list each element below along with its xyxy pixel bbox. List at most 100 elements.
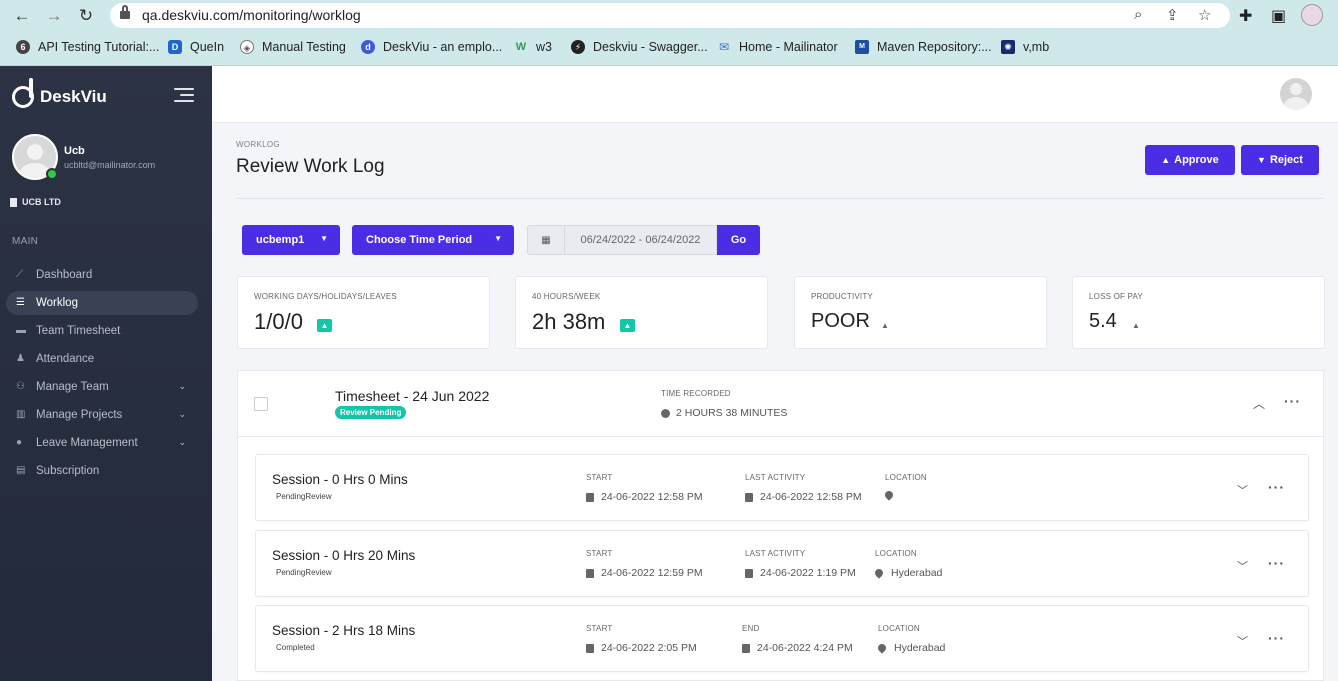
session-row[interactable]: Session - 2 Hrs 18 Mins Completed START …	[255, 605, 1309, 672]
calendar-icon[interactable]: ▦	[527, 225, 564, 255]
divider	[236, 198, 1324, 199]
forward-icon[interactable]: →	[44, 6, 64, 26]
browser-profile-avatar[interactable]	[1301, 4, 1323, 26]
reject-button[interactable]: ▼ Reject	[1241, 145, 1319, 175]
more-options-icon[interactable]: ···	[1268, 630, 1285, 646]
clock-icon	[661, 408, 670, 418]
user-email: ucbltd@mailinator.com	[64, 160, 156, 170]
map-pin-icon	[883, 489, 895, 501]
sidebar-item-manage-projects[interactable]: ▥ Manage Projects ⌄	[6, 403, 198, 427]
bookmark-item[interactable]: Ww3	[514, 36, 552, 58]
bookmark-item[interactable]: ✉ Home - Mailinator	[717, 36, 838, 58]
timesheet-checkbox[interactable]	[254, 397, 268, 411]
bookmark-favicon-icon: ◈	[240, 40, 254, 54]
users-icon: ⚇	[16, 381, 25, 392]
brand-name: DeskViu	[40, 87, 107, 106]
sidebar-item-manage-team[interactable]: ⚇ Manage Team ⌄	[6, 375, 198, 399]
zoom-icon[interactable]: ⌕	[1134, 6, 1142, 23]
more-options-icon[interactable]: ···	[1268, 479, 1285, 495]
calendar-icon	[586, 492, 594, 502]
share-icon[interactable]: ⇪	[1166, 6, 1179, 24]
more-options-icon[interactable]: ···	[1268, 555, 1285, 571]
timesheet-title: Timesheet - 24 Jun 2022	[335, 388, 490, 404]
back-icon[interactable]: ←	[12, 6, 32, 26]
projects-icon: ▥	[16, 409, 26, 420]
sidebar-item-dashboard[interactable]: ⟋ Dashboard	[6, 263, 198, 287]
hamburger-menu-icon[interactable]	[174, 88, 194, 106]
time-recorded-value: 2 HOURS 38 MINUTES	[661, 407, 787, 419]
bookmark-item[interactable]: ◈ Manual Testing	[240, 36, 346, 58]
chart-line-icon: ⟋	[16, 269, 23, 280]
star-icon[interactable]: ☆	[1198, 6, 1211, 24]
arrow-up-icon: ▲	[620, 319, 635, 332]
go-button[interactable]: Go	[717, 225, 760, 255]
map-pin-icon	[873, 567, 885, 579]
stat-card-working-days: WORKING DAYS/HOLIDAYS/LEAVES 1/0/0 ▲	[237, 276, 490, 349]
bookmark-item[interactable]: D QueIn	[168, 36, 224, 58]
session-row[interactable]: Session - 0 Hrs 0 Mins PendingReview STA…	[255, 454, 1309, 521]
session-row[interactable]: Session - 0 Hrs 20 Mins PendingReview ST…	[255, 530, 1309, 597]
top-header	[212, 66, 1338, 123]
stat-card-productivity: PRODUCTIVITY POOR ▲	[794, 276, 1047, 349]
leave-icon: ●	[16, 437, 23, 448]
bookmark-item[interactable]: d DeskViu - an emplo...	[361, 36, 502, 58]
sidebar: DeskViu Ucb ucbltd@mailinator.com UCB LT…	[0, 66, 212, 681]
calendar-icon	[745, 492, 753, 502]
chevron-down-icon[interactable]: ﹀	[1237, 482, 1248, 498]
extensions-icon[interactable]: ✚	[1239, 6, 1252, 26]
timesheet-header[interactable]: Timesheet - 24 Jun 2022 Review Pending T…	[238, 371, 1325, 437]
approve-button[interactable]: ▲ Approve	[1145, 145, 1235, 175]
reload-icon[interactable]: ↻	[76, 6, 96, 26]
bookmarks-bar: 6 API Testing Tutorial:... D QueIn ◈ Manual…	[0, 36, 1338, 58]
bookmark-item[interactable]: M Maven Repository:...	[855, 36, 992, 58]
arrow-up-icon: ▲	[1132, 321, 1140, 330]
sidebar-item-worklog[interactable]: ☰ Worklog	[6, 291, 198, 315]
sidebar-item-leave-management[interactable]: ● Leave Management ⌄	[6, 431, 198, 455]
breadcrumb: WORKLOG	[236, 140, 280, 149]
url-text: qa.deskviu.com/monitoring/worklog	[142, 7, 361, 23]
address-bar[interactable]: qa.deskviu.com/monitoring/worklog ⌕ ⇪ ☆	[110, 3, 1230, 28]
sidebar-item-team-timesheet[interactable]: ▬ Team Timesheet	[6, 319, 198, 343]
brand-logo[interactable]: DeskViu	[12, 78, 107, 108]
chevron-down-icon[interactable]: ﹀	[1237, 558, 1248, 574]
bookmark-favicon-icon: d	[361, 40, 375, 54]
calendar-icon	[586, 568, 594, 578]
bookmark-favicon-icon: W	[515, 41, 527, 53]
chevron-down-icon[interactable]: ﹀	[1237, 633, 1248, 649]
sidebar-item-attendance[interactable]: ♟ Attendance	[6, 347, 198, 371]
employee-select[interactable]: ucbemp1 ▼	[242, 225, 340, 255]
user-check-icon: ♟	[16, 353, 25, 364]
bookmark-item[interactable]: ⚡ Deskviu - Swagger...	[571, 36, 708, 58]
time-period-select[interactable]: Choose Time Period ▼	[352, 225, 514, 255]
online-status-icon	[46, 168, 58, 180]
chevron-up-icon[interactable]: ︿	[1253, 395, 1265, 412]
list-icon: ☰	[16, 297, 25, 308]
session-status: Completed	[276, 643, 315, 652]
user-name: Ucb	[64, 145, 85, 157]
bookmark-favicon-icon: M	[855, 40, 869, 54]
deskviu-logo-icon	[12, 78, 38, 108]
arrow-up-icon: ▲	[881, 321, 889, 330]
thumbs-down-icon: ▼	[1257, 155, 1266, 165]
browser-chrome: ← → ↻ qa.deskviu.com/monitoring/worklog …	[0, 0, 1338, 66]
sidebar-item-subscription[interactable]: ▤ Subscription	[6, 459, 198, 483]
caret-down-icon: ▼	[320, 234, 328, 243]
section-label: MAIN	[12, 236, 39, 247]
more-options-icon[interactable]: ···	[1284, 393, 1301, 409]
date-range-picker: ▦ 06/24/2022 - 06/24/2022 Go	[527, 225, 760, 255]
status-badge: Review Pending	[335, 406, 407, 419]
bookmark-item[interactable]: ✺ v,mb	[1001, 36, 1049, 58]
lock-icon	[120, 5, 130, 19]
bookmark-favicon-icon: 6	[16, 40, 30, 54]
session-status: PendingReview	[276, 568, 332, 577]
date-range-input[interactable]: 06/24/2022 - 06/24/2022	[564, 225, 717, 255]
time-recorded-label: TIME RECORDED	[661, 389, 731, 398]
calendar-icon	[745, 568, 753, 578]
bookmark-item[interactable]: 6 API Testing Tutorial:...	[16, 36, 159, 58]
timesheet-card: Timesheet - 24 Jun 2022 Review Pending T…	[237, 370, 1325, 681]
calendar-icon	[586, 643, 594, 653]
avatar[interactable]	[1280, 78, 1312, 110]
bookmark-favicon-icon: D	[168, 40, 182, 54]
stat-card-loss-of-pay: LOSS OF PAY 5.4 ▲	[1072, 276, 1325, 349]
side-panel-icon[interactable]: ▣	[1271, 6, 1286, 26]
